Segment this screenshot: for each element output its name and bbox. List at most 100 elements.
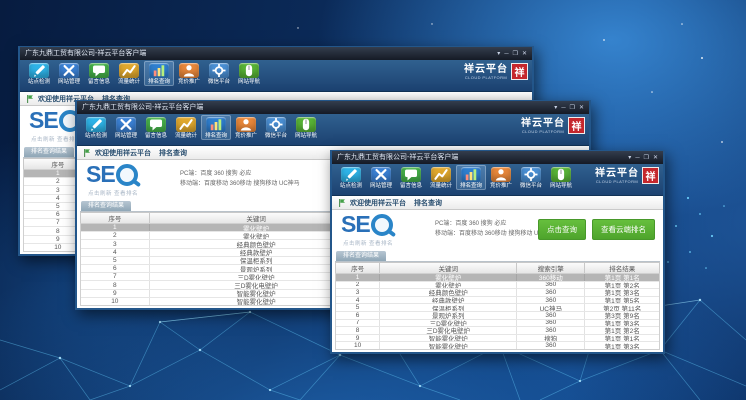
- toolbar-item-line-chart[interactable]: 流量统计: [171, 115, 201, 140]
- window-controls: ▾ ─ ❒ ✕: [497, 48, 527, 60]
- minimize-button[interactable]: ─: [504, 48, 508, 60]
- close-button[interactable]: ✕: [522, 48, 527, 60]
- header-cell-engine: 搜索引擎: [517, 263, 585, 273]
- toolbar-item-chat[interactable]: 留言信息: [84, 61, 114, 86]
- user-icon: [491, 167, 511, 182]
- toolbar-item-bar-chart[interactable]: 排名查询: [456, 165, 486, 190]
- skin-button[interactable]: ▾: [628, 152, 631, 164]
- toolbar-item-label: 留言信息: [88, 78, 110, 85]
- table-row[interactable]: 7三D雾化壁炉360第1页 第3名: [336, 320, 659, 328]
- page-name: 排名查询: [414, 198, 442, 208]
- toolbar-item-chat[interactable]: 留言信息: [141, 115, 171, 140]
- toolbar-item-mouse[interactable]: 网站导航: [234, 61, 264, 86]
- table-row[interactable]: 4经典款壁炉360第1页 第5名: [336, 297, 659, 305]
- seo-logo-caption: 点击刷新 查看排名: [31, 135, 81, 143]
- tools-icon: [371, 167, 391, 182]
- table-row[interactable]: 2雾化壁炉360第1页 第2名: [336, 282, 659, 290]
- cell-rank: 第1页 第1名: [585, 335, 659, 342]
- toolbar-item-pencil[interactable]: 站点检测: [336, 165, 366, 190]
- skin-button[interactable]: ▾: [497, 48, 500, 60]
- skin-button[interactable]: ▾: [554, 102, 557, 114]
- toolbar-item-gear[interactable]: 微信平台: [516, 165, 546, 190]
- cell-no: 8: [336, 327, 380, 334]
- results-tabstrip: 排名查询结果: [335, 251, 660, 262]
- bar-chart-icon: [461, 167, 481, 182]
- titlebar: 广东九鼎工贸有限公司-祥云平台客户端 ▾ ─ ❒ ✕: [20, 47, 532, 60]
- toolbar-item-tools[interactable]: 网站管理: [54, 61, 84, 86]
- header-cell-rank: 排名结果: [585, 263, 659, 273]
- toolbar-item-label: 站点检测: [85, 132, 107, 139]
- minimize-button[interactable]: ─: [561, 102, 565, 114]
- toolbar-item-label: 网站导航: [238, 78, 260, 85]
- user-icon: [179, 63, 199, 78]
- table-row[interactable]: 5保温柜系列UC神马第2页 第11名: [336, 304, 659, 312]
- flag-icon: [338, 198, 346, 208]
- header-cell-keyword: 关键词: [380, 263, 517, 273]
- table-row[interactable]: 6景观炉系列360第3页 第9名: [336, 312, 659, 320]
- results-tab[interactable]: 排名查询结果: [81, 201, 131, 211]
- close-button[interactable]: ✕: [579, 102, 584, 114]
- mouse-icon: [551, 167, 571, 182]
- maximize-button[interactable]: ❒: [513, 48, 518, 60]
- seo-logo: SE: [86, 163, 138, 186]
- table-row[interactable]: 9智能雾化壁炉搜狗第1页 第1名: [336, 335, 659, 343]
- table-row[interactable]: 3经典颜色壁炉360第1页 第3名: [336, 289, 659, 297]
- toolbar-item-mouse[interactable]: 网站导航: [291, 115, 321, 140]
- cell-rank: 第1页 第3名: [585, 289, 659, 296]
- cell-no: 7: [336, 320, 380, 327]
- cell-keyword: 景观炉系列: [380, 312, 517, 319]
- table-row[interactable]: 1雾化壁炉360移动第1页 第1名: [336, 274, 659, 282]
- cell-no: 5: [336, 304, 380, 311]
- seo-panel: SE 点击刷新 查看排名 PC端：百度 360 搜狗 必应 移动端：百度移动 3…: [335, 210, 660, 250]
- toolbar-item-tools[interactable]: 网站管理: [111, 115, 141, 140]
- cell-no: 2: [336, 282, 380, 289]
- toolbar-item-label: 流量统计: [175, 132, 197, 139]
- toolbar-item-bar-chart[interactable]: 排名查询: [201, 115, 231, 140]
- cell-engine: UC神马: [517, 304, 585, 311]
- toolbar-item-label: 流量统计: [430, 182, 452, 189]
- cell-no: 6: [81, 265, 150, 272]
- cell-rank: 第1页 第3名: [585, 342, 659, 349]
- toolbar-item-user[interactable]: 竞价推广: [486, 165, 516, 190]
- cell-no: 2: [81, 232, 150, 239]
- toolbar-item-pencil[interactable]: 站点检测: [81, 115, 111, 140]
- cell-keyword: 智能雾化壁炉: [380, 335, 517, 342]
- toolbar-item-gear[interactable]: 微信平台: [204, 61, 234, 86]
- toolbar-item-pencil[interactable]: 站点检测: [24, 61, 54, 86]
- toolbar-item-bar-chart[interactable]: 排名查询: [144, 61, 174, 86]
- minimize-button[interactable]: ─: [635, 152, 639, 164]
- magnifier-icon: [371, 214, 393, 236]
- toolbar-item-line-chart[interactable]: 流量统计: [114, 61, 144, 86]
- engine-support-text: PC端：百度 360 搜狗 必应 移动端：百度移动 360移动 搜狗移动 UC神…: [180, 169, 300, 189]
- mouse-icon: [296, 117, 316, 132]
- toolbar-item-gear[interactable]: 微信平台: [261, 115, 291, 140]
- query-button[interactable]: 点击查询: [538, 219, 586, 240]
- toolbar-item-user[interactable]: 竞价推广: [231, 115, 261, 140]
- cell-keyword: 保温柜系列: [380, 304, 517, 311]
- app-window-front: 广东九鼎工贸有限公司-祥云平台客户端 ▾ ─ ❒ ✕ 站点检测网站管理留言信息流…: [330, 150, 665, 354]
- cell-no: 10: [81, 298, 150, 305]
- toolbar-item-line-chart[interactable]: 流量统计: [426, 165, 456, 190]
- seo-logo-text: SE: [86, 163, 115, 186]
- toolbar-item-chat[interactable]: 留言信息: [396, 165, 426, 190]
- rank-table: 1雾化壁炉360移动第1页 第1名2雾化壁炉360第1页 第2名3经典颜色壁炉3…: [335, 273, 660, 350]
- user-icon: [236, 117, 256, 132]
- close-button[interactable]: ✕: [653, 152, 658, 164]
- cloud-rank-button[interactable]: 查看云端排名: [592, 219, 655, 240]
- table-row[interactable]: 8三D雾化电壁炉360第1页 第2名: [336, 327, 659, 335]
- toolbar-item-tools[interactable]: 网站管理: [366, 165, 396, 190]
- cell-no: 5: [81, 257, 150, 264]
- tools-icon: [116, 117, 136, 132]
- table-row[interactable]: 10智能雾化壁炉360第1页 第3名: [336, 342, 659, 349]
- maximize-button[interactable]: ❒: [644, 152, 649, 164]
- brand-seal-icon: 祥: [642, 167, 659, 184]
- toolbar-item-mouse[interactable]: 网站导航: [546, 165, 576, 190]
- results-tab[interactable]: 排名查询结果: [336, 251, 386, 261]
- toolbar-item-user[interactable]: 竞价推广: [174, 61, 204, 86]
- maximize-button[interactable]: ❒: [570, 102, 575, 114]
- results-tab[interactable]: 排名查询结果: [24, 147, 74, 157]
- toolbar-item-label: 排名查询: [205, 132, 227, 139]
- brand-name: 祥云平台: [521, 118, 565, 129]
- cell-rank: 第1页 第2名: [585, 282, 659, 289]
- cell-keyword: 三D雾化电壁炉: [380, 327, 517, 334]
